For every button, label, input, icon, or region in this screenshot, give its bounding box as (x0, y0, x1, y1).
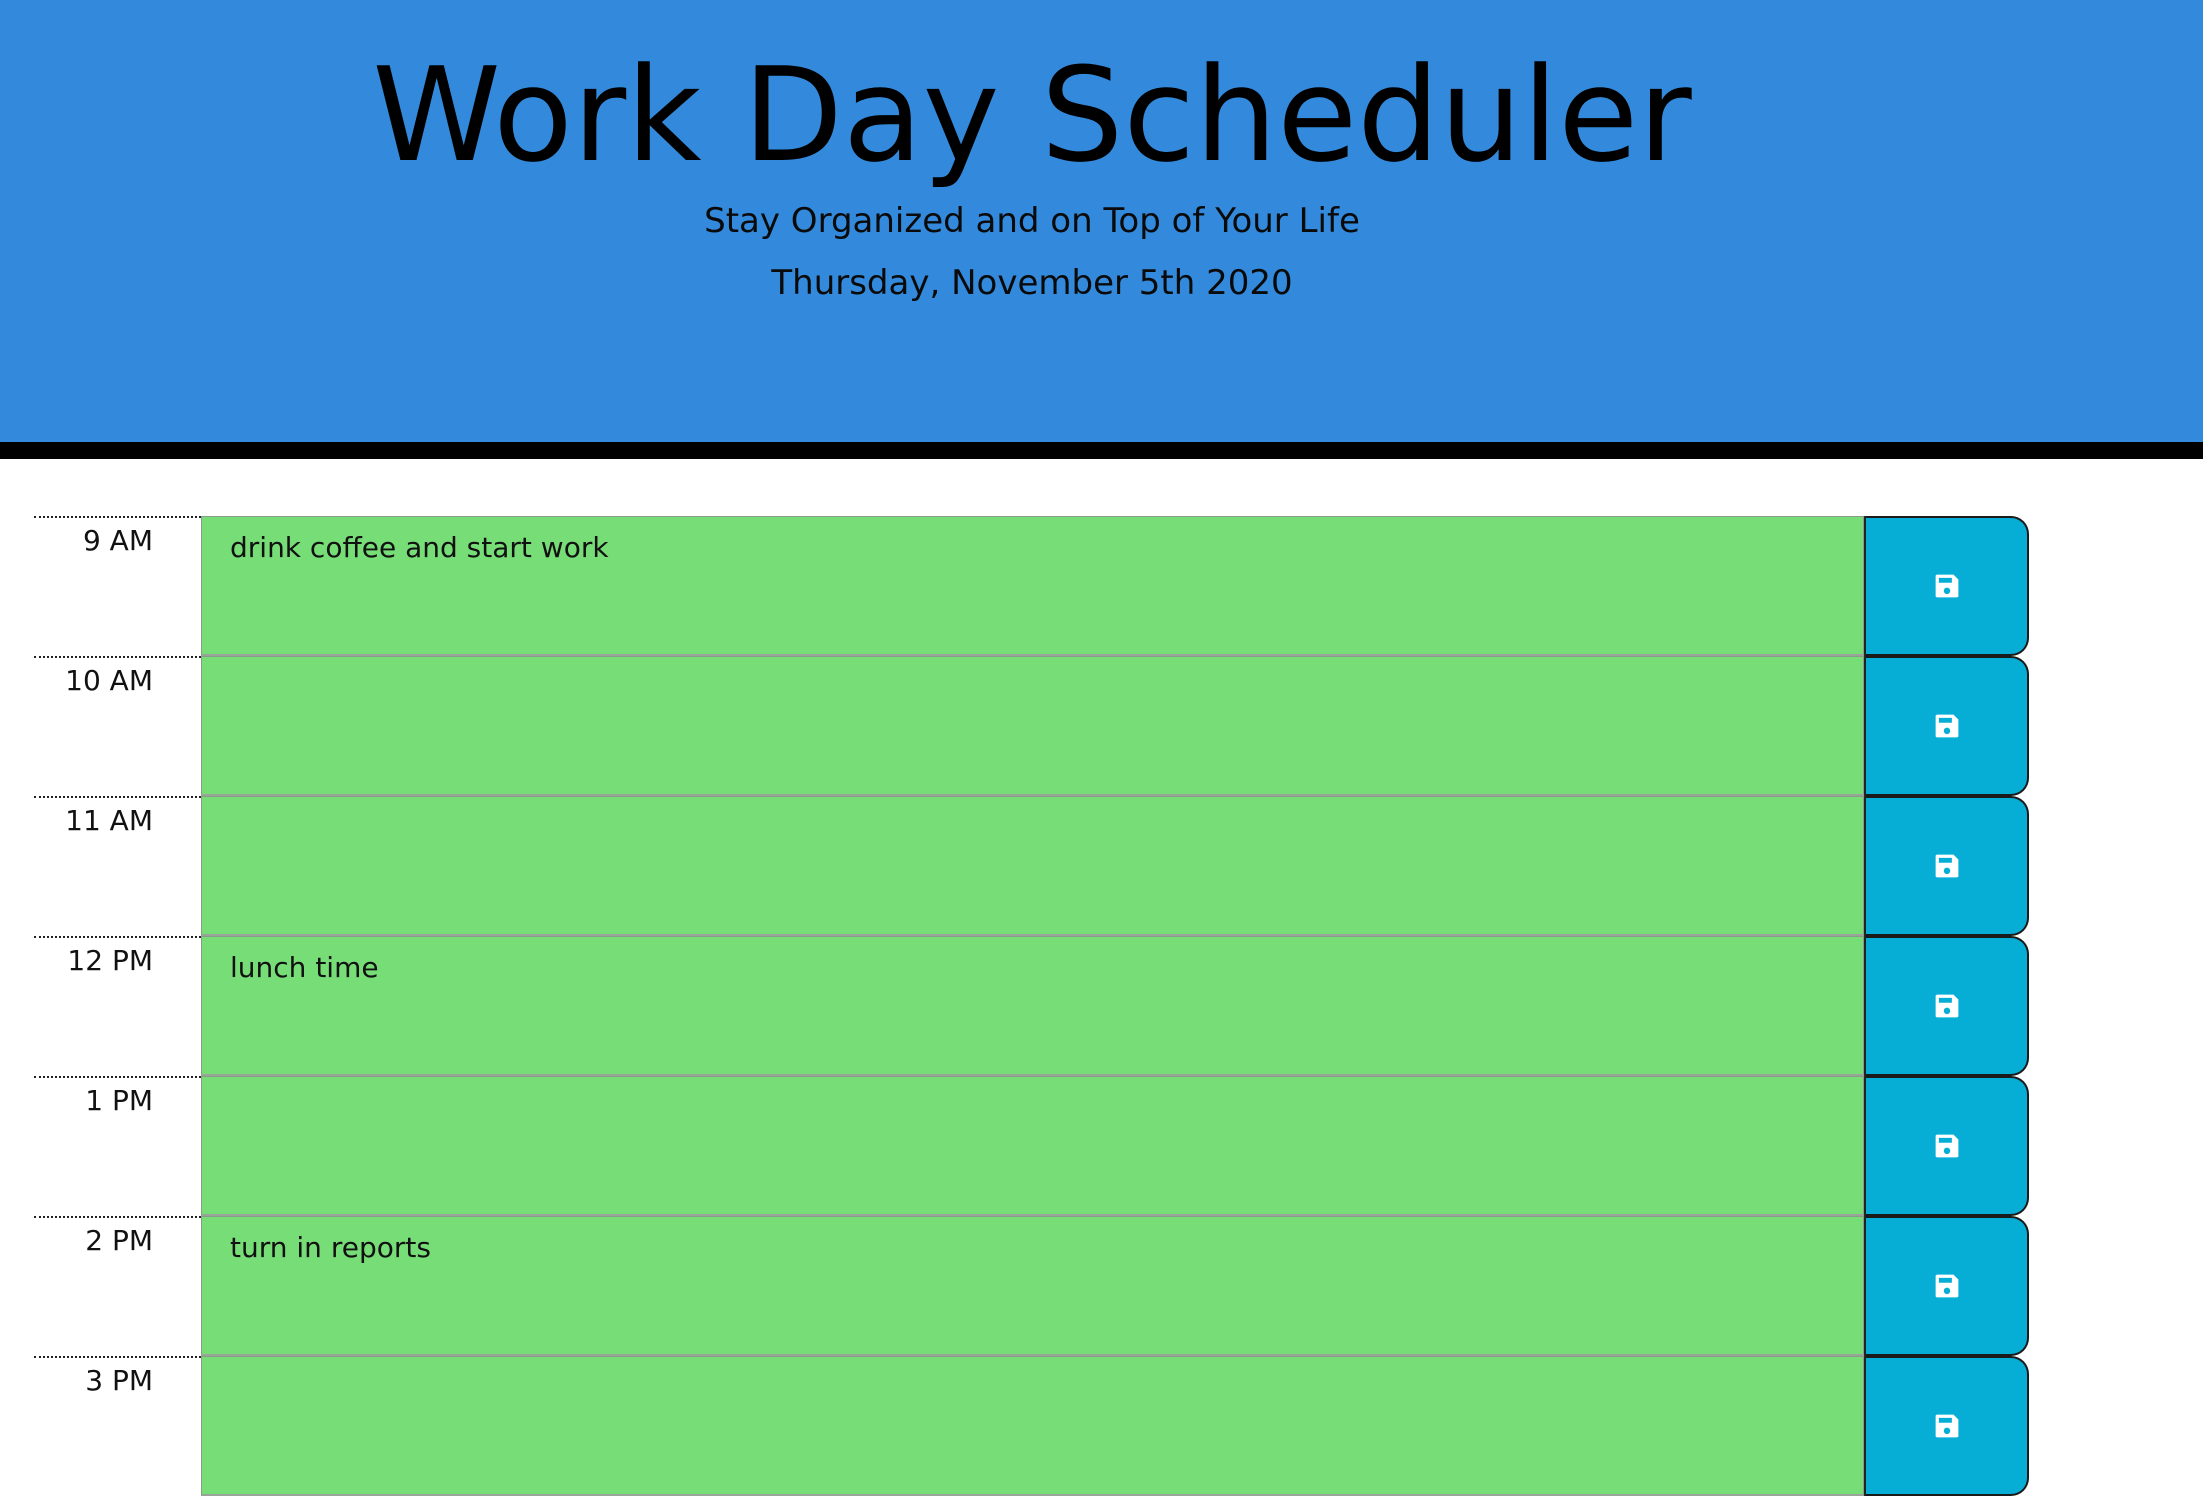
hour-label: 12 PM (34, 936, 201, 1076)
schedule-container: 9 AM drink coffee and start work 10 AM 1… (34, 516, 2029, 1496)
time-block: 2 PM turn in reports (34, 1216, 2029, 1356)
floppy-disk-icon (1935, 574, 1958, 598)
hour-label: 2 PM (34, 1216, 201, 1356)
event-description[interactable] (201, 796, 1864, 936)
event-description[interactable] (201, 1076, 1864, 1216)
event-description[interactable]: turn in reports (201, 1216, 1864, 1356)
time-block: 11 AM (34, 796, 2029, 936)
floppy-disk-icon (1935, 1134, 1958, 1158)
time-block: 9 AM drink coffee and start work (34, 516, 2029, 656)
time-block: 3 PM (34, 1356, 2029, 1496)
hour-label: 11 AM (34, 796, 201, 936)
save-button[interactable] (1864, 1356, 2029, 1496)
page-title: Work Day Scheduler (372, 39, 1692, 191)
floppy-disk-icon (1935, 714, 1958, 738)
save-button[interactable] (1864, 796, 2029, 936)
hour-label: 10 AM (34, 656, 201, 796)
hour-label: 1 PM (34, 1076, 201, 1216)
save-button[interactable] (1864, 1076, 2029, 1216)
time-block: 12 PM lunch time (34, 936, 2029, 1076)
floppy-disk-icon (1935, 854, 1958, 878)
floppy-disk-icon (1935, 994, 1958, 1018)
current-day: Thursday, November 5th 2020 (771, 263, 1293, 303)
header: Work Day Scheduler Stay Organized and on… (0, 0, 2203, 459)
event-description[interactable]: drink coffee and start work (201, 516, 1864, 656)
page-subtitle: Stay Organized and on Top of Your Life (704, 201, 1360, 241)
save-button[interactable] (1864, 656, 2029, 796)
save-button[interactable] (1864, 1216, 2029, 1356)
floppy-disk-icon (1935, 1414, 1958, 1438)
floppy-disk-icon (1935, 1274, 1958, 1298)
time-block: 1 PM (34, 1076, 2029, 1216)
event-description[interactable]: lunch time (201, 936, 1864, 1076)
time-block: 10 AM (34, 656, 2029, 796)
save-button[interactable] (1864, 936, 2029, 1076)
event-description[interactable] (201, 1356, 1864, 1496)
event-description[interactable] (201, 656, 1864, 796)
hour-label: 3 PM (34, 1356, 201, 1496)
save-button[interactable] (1864, 516, 2029, 656)
hour-label: 9 AM (34, 516, 201, 656)
